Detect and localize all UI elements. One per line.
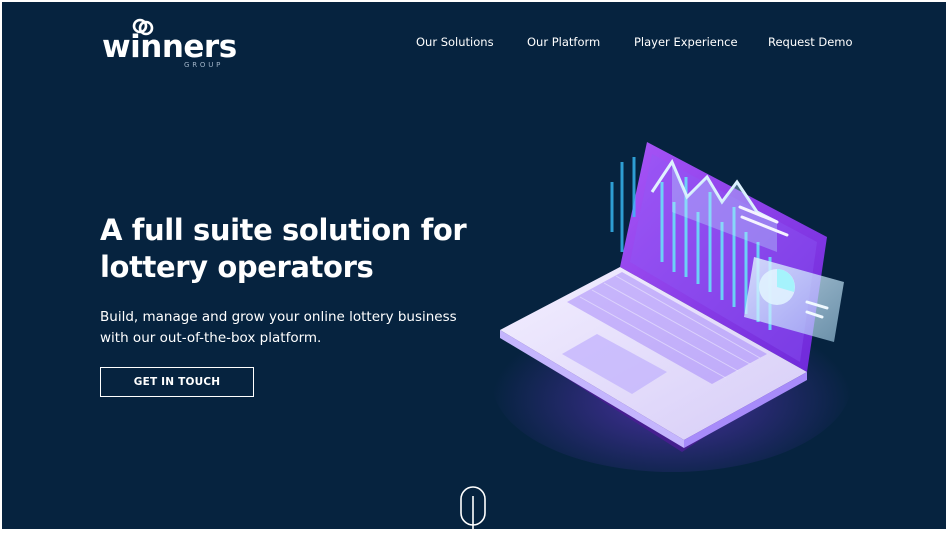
hero-subtitle-line-1: Build, manage and grow your online lotte… bbox=[100, 309, 457, 325]
main-nav: Our Solutions Our Platform Player Experi… bbox=[2, 35, 946, 55]
brand-subtitle: GROUP bbox=[184, 61, 224, 69]
scroll-down-icon[interactable] bbox=[458, 486, 488, 529]
nav-item-player-experience[interactable]: Player Experience bbox=[634, 35, 738, 49]
nav-item-our-solutions[interactable]: Our Solutions bbox=[416, 35, 494, 49]
get-in-touch-button[interactable]: GET IN TOUCH bbox=[100, 367, 254, 397]
hero-title: A full suite solution for lottery operat… bbox=[100, 212, 520, 286]
laptop-illustration bbox=[492, 142, 852, 472]
nav-item-request-demo[interactable]: Request Demo bbox=[768, 35, 853, 49]
hero-title-line-2: lottery operators bbox=[100, 250, 374, 284]
nav-item-our-platform[interactable]: Our Platform bbox=[527, 35, 600, 49]
page: winners GROUP Our Solutions Our Platform… bbox=[2, 2, 946, 529]
hero-title-line-1: A full suite solution for bbox=[100, 213, 467, 247]
hero-subtitle-line-2: with our out-of-the-box platform. bbox=[100, 330, 322, 346]
hero-subtitle: Build, manage and grow your online lotte… bbox=[100, 307, 480, 349]
